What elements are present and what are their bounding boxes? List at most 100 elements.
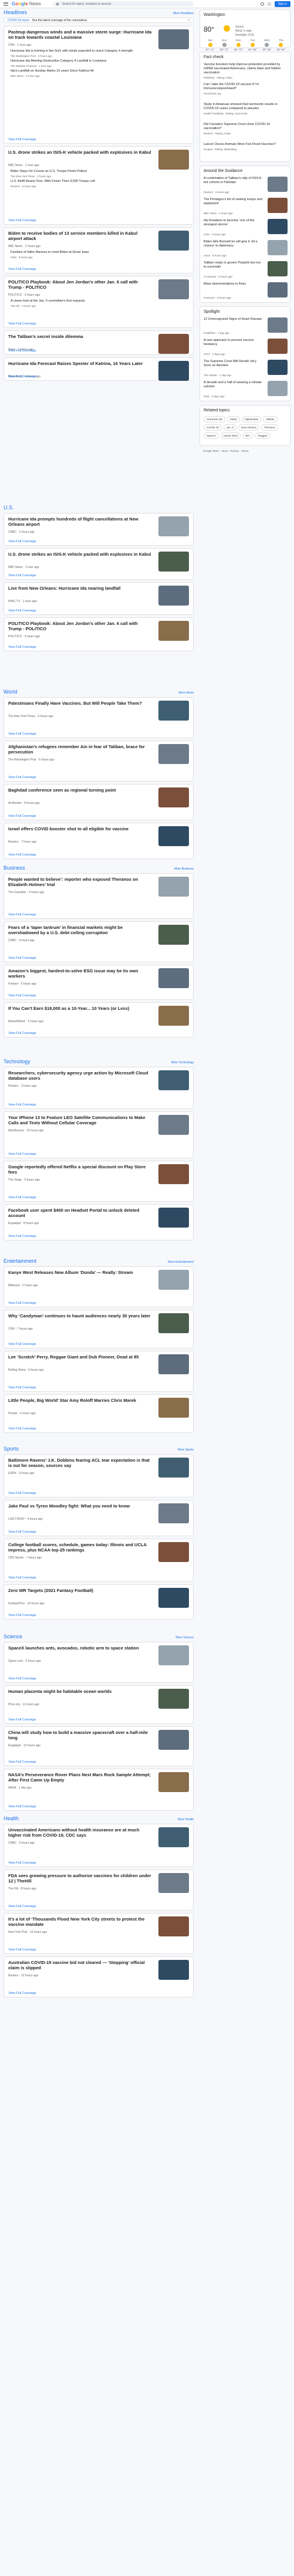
fact-check-item[interactable]: Vaccine boosters help improve protection… — [204, 63, 288, 79]
full-coverage-link[interactable]: View Full Coverage — [8, 1196, 36, 1199]
story-thumbnail[interactable] — [158, 516, 189, 536]
fact-check-item[interactable]: Did Canada’s Supreme Court close COVID-1… — [204, 123, 288, 135]
story-source[interactable]: The Washington Post · 5 hours ago — [8, 758, 54, 762]
story-headline[interactable]: Hurricane Ida Forecast Raises Specter of… — [8, 361, 152, 366]
fact-check-item[interactable]: Study in Arkansas showed that Ivermectin… — [204, 103, 288, 115]
around-guidance-item-text[interactable]: Taliban ready to govern Panjshir but not… — [204, 261, 263, 269]
story-thumbnail[interactable] — [158, 1916, 189, 1936]
story-source[interactable]: WWL-TV · 1 hour ago — [8, 600, 37, 603]
story-source[interactable]: People · 6 hours ago — [8, 1412, 35, 1415]
story-headline[interactable]: It’s a lot of ‘Thousands Flood New York … — [8, 1916, 152, 1927]
around-guidance-item[interactable]: A combination of Taliban’s rally of ISIS… — [204, 177, 288, 195]
sub-story-headline[interactable]: Hurricane Ida Meeting Destructive Catego… — [11, 59, 148, 63]
story-thumbnail[interactable] — [158, 877, 189, 897]
topic-chip[interactable]: Hurricane Ida — [204, 416, 226, 422]
story-source[interactable]: NBC News · 1 hour ago — [8, 566, 39, 569]
spotlight-item-text[interactable]: A decade and a half of wearing a climate… — [204, 381, 263, 389]
story-headline[interactable]: People wanted to believe’: reporter who … — [8, 877, 152, 887]
sign-in-button[interactable]: Sign in — [274, 1, 290, 7]
spotlight-thumbnail[interactable] — [268, 360, 288, 375]
story-source[interactable]: MacRumors · 10 hours ago — [8, 1129, 44, 1133]
story-source[interactable]: The Verge · 5 hours ago — [8, 1178, 40, 1182]
sub-story-headline[interactable]: Biden Stays On Course as U.S. Troops Fin… — [11, 170, 148, 174]
story-source[interactable]: New York Post · 10 hours ago — [8, 1931, 47, 1934]
story-source[interactable]: NASA · 1 day ago — [8, 1786, 32, 1790]
full-coverage-link[interactable]: View Full Coverage — [8, 1152, 36, 1156]
story-thumbnail[interactable] — [158, 1398, 189, 1418]
story-source[interactable]: CNN · 1 hour ago — [8, 43, 31, 47]
story-headline[interactable]: SpaceX launches ants, avocados, robotic … — [8, 1645, 152, 1651]
google-news-logo[interactable]: Google News — [12, 1, 41, 6]
story-source[interactable]: Reuters · 7 hours ago — [8, 840, 36, 844]
around-guidance-item[interactable]: Mass demonstrations in Paris France24 · 8… — [204, 282, 288, 301]
sub-story-headline[interactable]: Ida’s Landfall on Sunday Marks 16 years … — [11, 69, 148, 73]
full-coverage-link[interactable]: View Full Coverage — [8, 645, 36, 649]
around-guidance-thumbnail[interactable] — [268, 261, 288, 276]
story-source[interactable]: NBC News · 1 hour ago — [8, 164, 39, 167]
spotlight-item[interactable]: The Supreme Court Will Decide Very Soon … — [204, 360, 288, 378]
full-coverage-link[interactable]: View Full Coverage — [8, 322, 36, 326]
story-headline[interactable]: U.S. drone strikes an ISIS-K vehicle pac… — [8, 552, 152, 557]
story-source[interactable]: Fortune · 6 hours ago — [8, 982, 36, 986]
topic-chip[interactable]: Reggae — [255, 432, 271, 439]
topic-chip[interactable]: Kanye West — [220, 432, 241, 439]
story-thumbnail[interactable] — [158, 1542, 189, 1562]
story-headline[interactable]: Lee ‘Scratch’ Perry, Reggae Giant and Du… — [8, 1354, 152, 1360]
sub-story-headline[interactable]: Hurricane Ida is forming in the Gulf, wi… — [11, 49, 148, 53]
story-headline[interactable]: Amazon’s biggest, hardest-to-solve ESG i… — [8, 968, 152, 979]
spotlight-item[interactable]: A decade and a half of wearing a climate… — [204, 381, 288, 400]
story-thumbnail[interactable] — [158, 552, 189, 572]
story-thumbnail[interactable] — [158, 1270, 189, 1290]
more-link-health[interactable]: More Health — [178, 1818, 194, 1821]
spotlight-item-text[interactable]: 12 Unrecognized Signs of Heart Disease — [204, 317, 263, 322]
fact-check-item-text[interactable]: Can I take the COVID-19 vaccine if I’m I… — [204, 83, 288, 91]
covid-banner[interactable]: COVID-19 news: See the latest coverage of… — [4, 18, 194, 23]
topic-chip[interactable]: SpaceX — [204, 432, 219, 439]
story-headline[interactable]: Hurricane Ida prompts hundreds of flight… — [8, 516, 152, 527]
full-coverage-link[interactable]: View Full Coverage — [8, 853, 36, 857]
topic-chip[interactable]: Taliban — [263, 416, 278, 422]
story-thumbnail[interactable] — [158, 1115, 189, 1135]
around-guidance-item[interactable]: Taliban ready to govern Panjshir but not… — [204, 261, 288, 280]
section-title-business[interactable]: Business — [4, 865, 25, 871]
full-coverage-link[interactable]: View Full Coverage — [8, 994, 36, 998]
story-source[interactable]: Phys.org · 11 hours ago — [8, 1703, 39, 1706]
story-source[interactable]: Al-Monitor · 8 hours ago — [8, 802, 40, 805]
story-thumbnail[interactable] — [158, 1503, 189, 1523]
story-thumbnail[interactable] — [158, 1208, 189, 1228]
more-link-science[interactable]: More Science — [175, 1636, 194, 1639]
full-coverage-link[interactable]: View Full Coverage — [8, 1492, 36, 1495]
story-source[interactable]: Engadget · 13 hours ago — [8, 1744, 40, 1747]
story-thumbnail[interactable] — [158, 1645, 189, 1665]
story-thumbnail[interactable] — [158, 1873, 189, 1893]
story-headline[interactable]: Google reportedly offered Netflix a spec… — [8, 1164, 152, 1175]
full-coverage-link[interactable]: View Full Coverage — [8, 574, 36, 577]
topic-chip[interactable]: New Orleans — [238, 424, 260, 431]
fact-check-item-text[interactable]: Lancet Cloves Animals Were Fed Flood Vac… — [204, 143, 288, 147]
around-guidance-thumbnail[interactable] — [268, 219, 288, 234]
story-headline[interactable]: The Taliban’s secret inside dilemma — [8, 334, 152, 339]
story-headline[interactable]: POLITICO Playbook: About Jen Jordan’s ot… — [8, 279, 152, 290]
sub-story-headline[interactable]: Families of fallen Marines to meet Biden… — [11, 251, 148, 255]
story-thumbnail[interactable] — [158, 1960, 189, 1980]
story-thumbnail[interactable] — [158, 621, 189, 641]
story-headline[interactable]: Zero WR Targets (2021 Fantasy Football) — [8, 1588, 152, 1593]
menu-icon[interactable] — [4, 2, 8, 6]
full-coverage-link[interactable]: View Full Coverage — [8, 1530, 36, 1534]
story-source[interactable]: MarketWatch · 5 hours ago — [8, 1020, 43, 1023]
story-source[interactable]: CNBC · 9 hours ago — [8, 939, 35, 942]
story-source[interactable]: Space.com · 5 hours ago — [8, 1659, 41, 1663]
story-thumbnail[interactable] — [158, 787, 189, 807]
topic-chip[interactable]: NFL — [242, 432, 254, 439]
full-coverage-link[interactable]: View Full Coverage — [8, 814, 36, 818]
full-coverage-link[interactable]: View Full Coverage — [8, 1032, 36, 1035]
story-source[interactable]: Rolling Stone · 9 hours ago — [8, 1368, 44, 1372]
story-headline[interactable]: Facebook user spent $400 on Headset Port… — [8, 1208, 152, 1218]
full-coverage-link[interactable]: View Full Coverage — [8, 219, 36, 222]
section-title-science[interactable]: Science — [4, 1634, 22, 1639]
story-headline[interactable]: Baltimore Ravens’ J.K. Dobbins fearing A… — [8, 1458, 152, 1468]
story-thumbnail[interactable] — [158, 1070, 189, 1090]
story-headline[interactable]: Fears of a ‘taper tantrum’ in financial … — [8, 925, 152, 935]
full-coverage-link[interactable]: View Full Coverage — [8, 1760, 36, 1764]
more-link-world[interactable]: More World — [178, 691, 194, 695]
